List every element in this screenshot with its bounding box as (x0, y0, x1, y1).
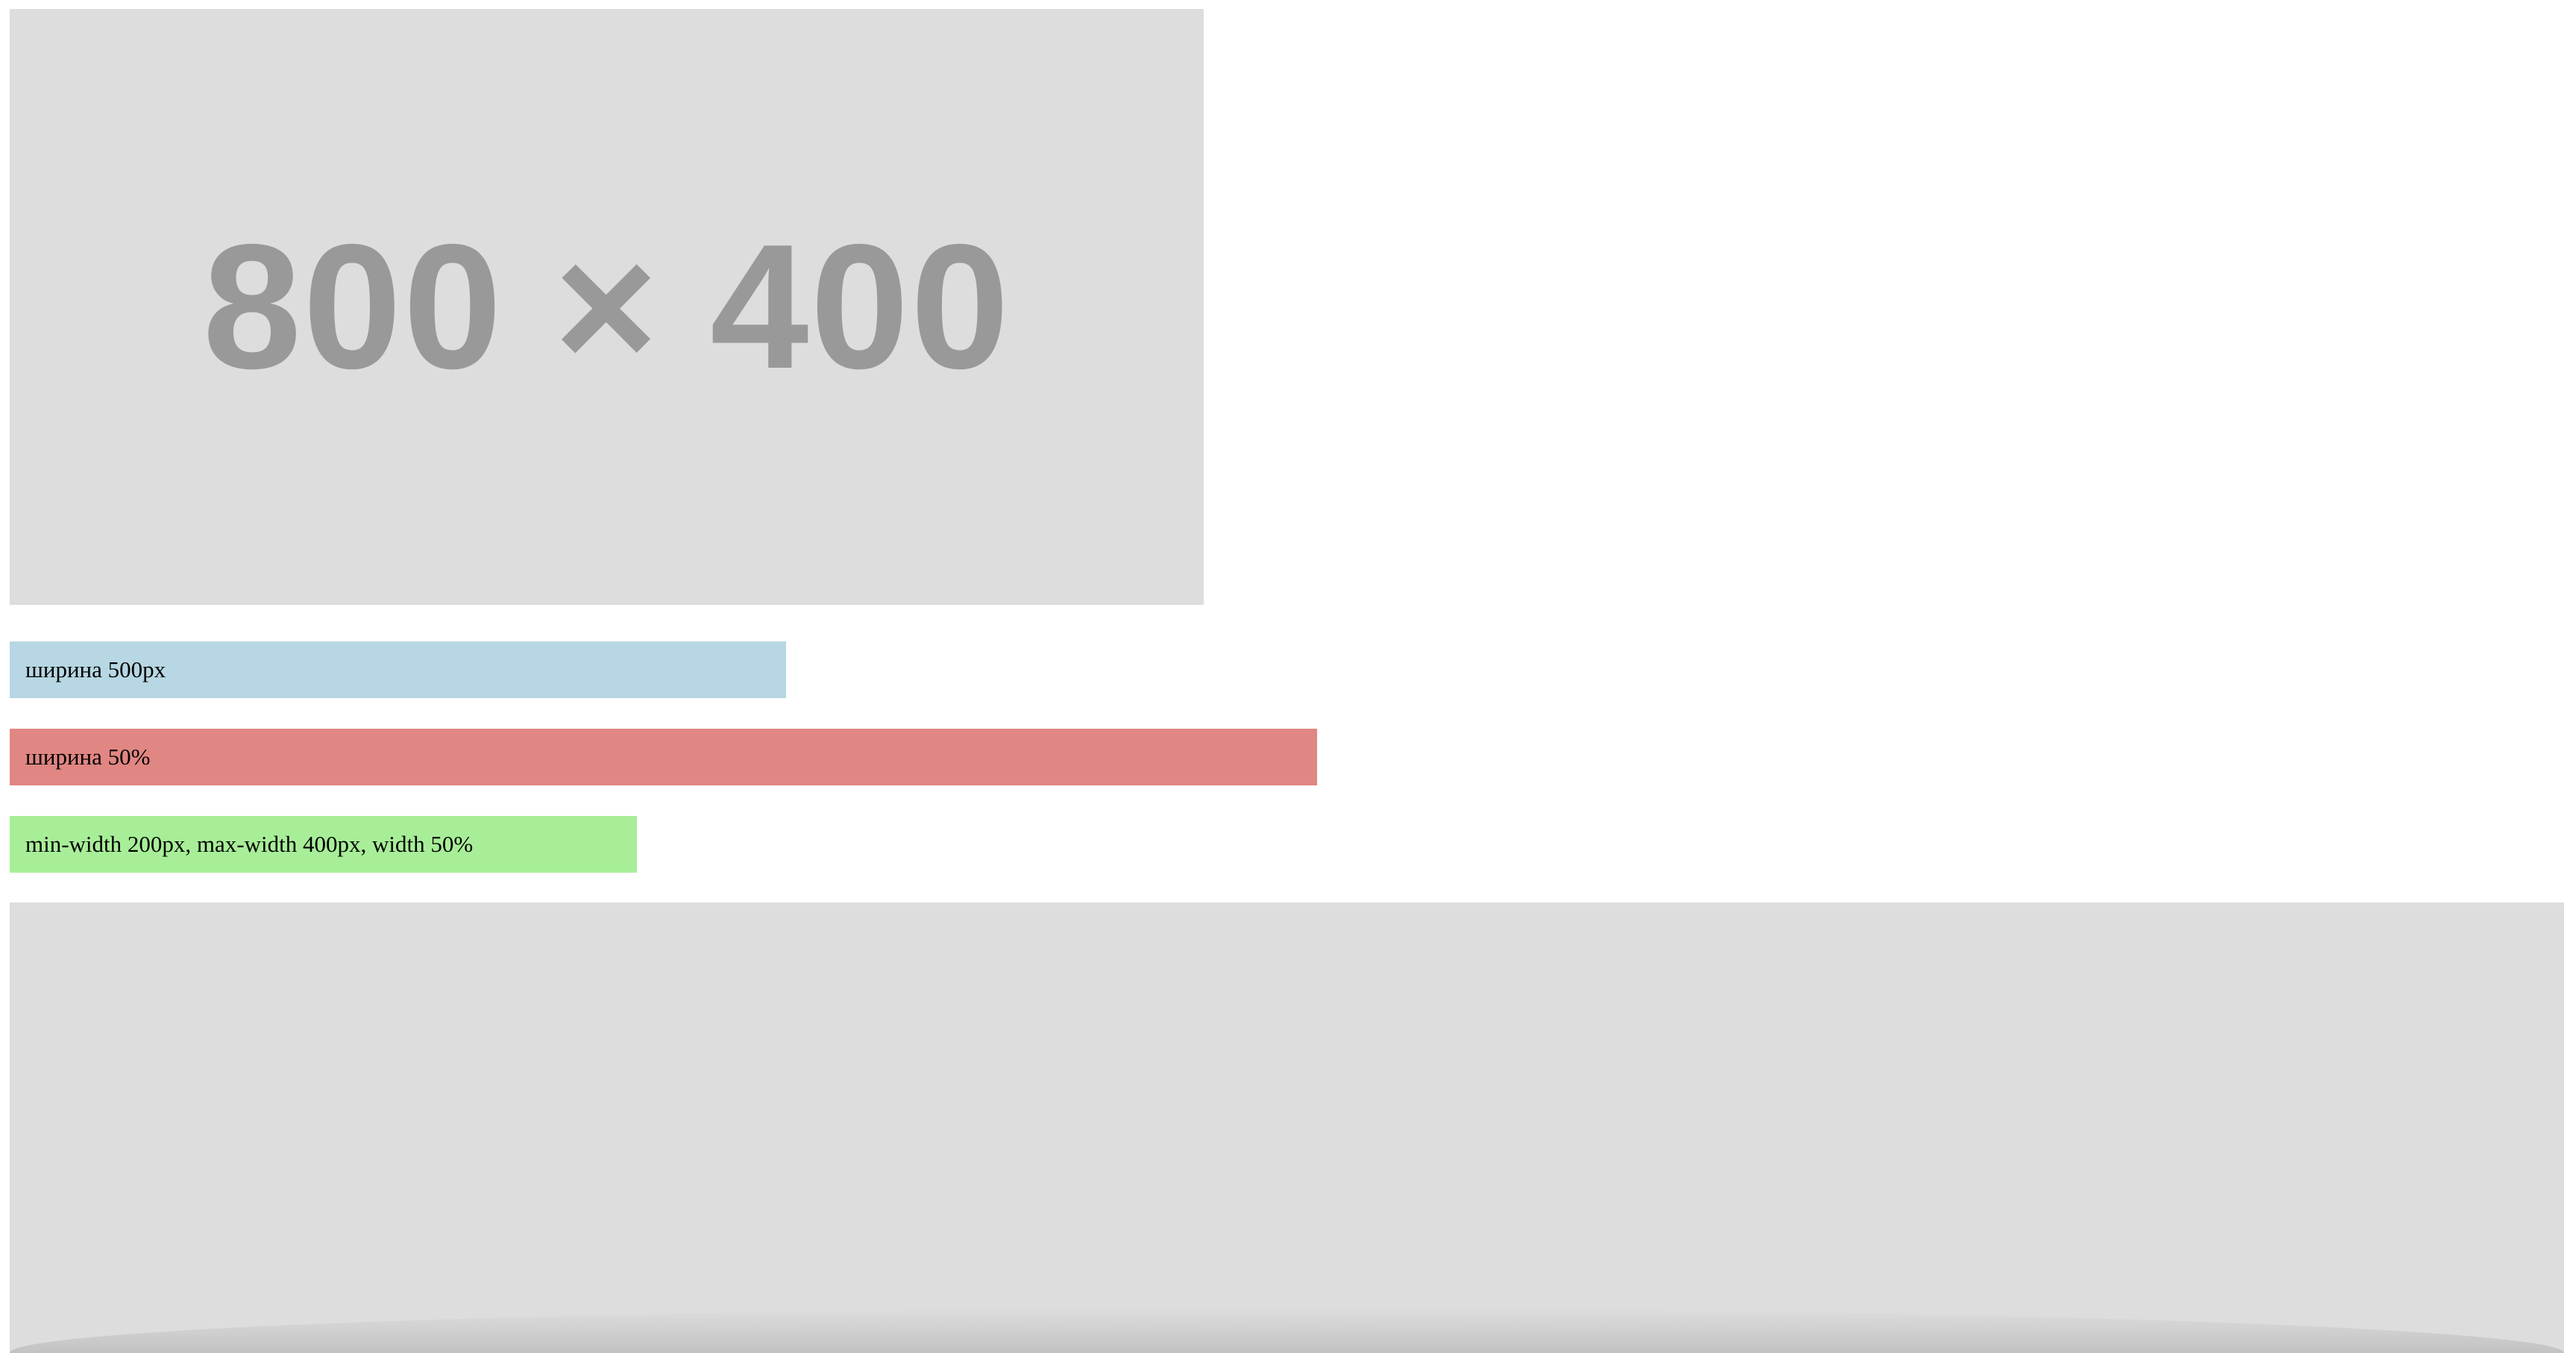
placeholder-image-wide (10, 902, 2564, 1353)
bar-width-50-percent: ширина 50% (10, 729, 1317, 785)
placeholder-image-800x400: 800 × 400 (10, 9, 1204, 605)
bar-width-500px: ширина 500px (10, 641, 786, 698)
bar-width-50-percent-label: ширина 50% (25, 744, 151, 770)
bar-min-max-width-label: min-width 200px, max-width 400px, width … (25, 831, 474, 857)
placeholder-image-label: 800 × 400 (202, 207, 1011, 406)
bar-min-max-width: min-width 200px, max-width 400px, width … (10, 816, 637, 873)
bar-width-500px-label: ширина 500px (25, 656, 166, 682)
